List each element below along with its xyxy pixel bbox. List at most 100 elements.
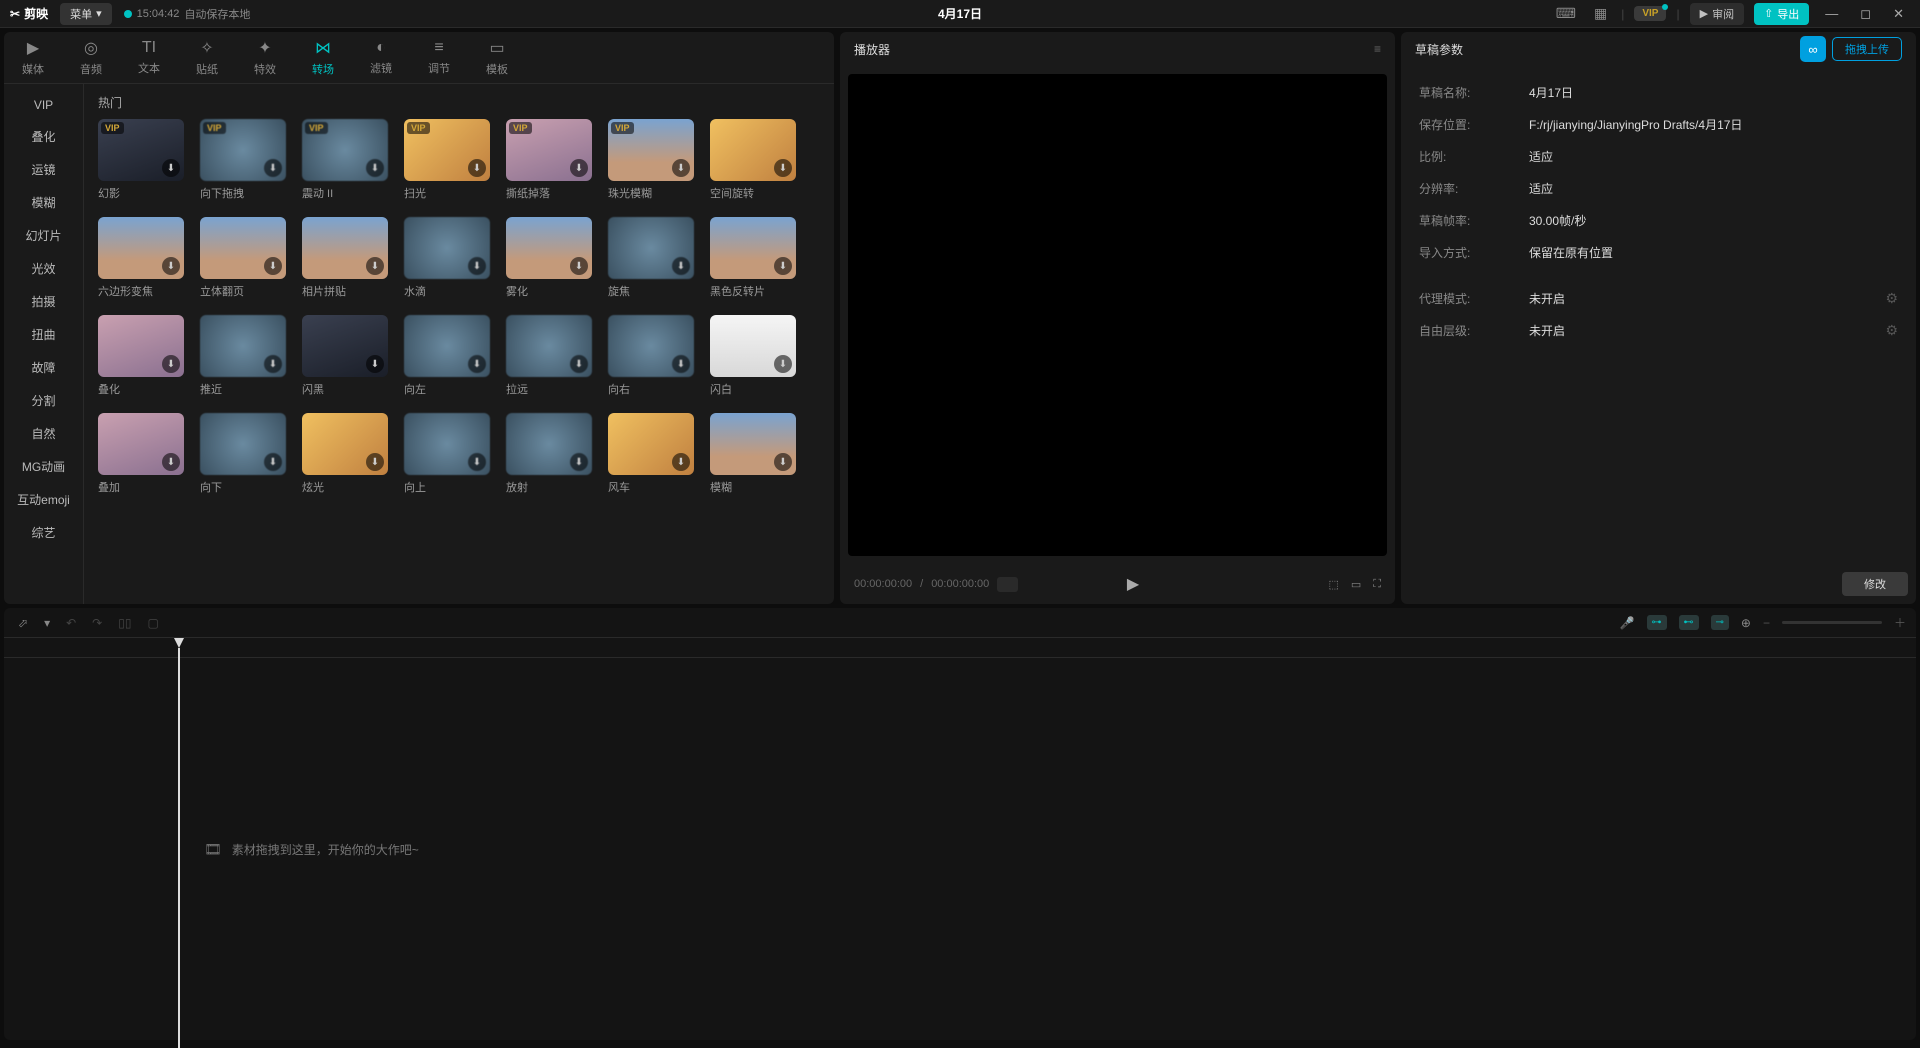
ratio-icon[interactable]: ▭ — [1351, 578, 1361, 591]
tab-text[interactable]: TI文本 — [120, 32, 178, 83]
preview-menu-icon[interactable]: ≡ — [1374, 42, 1381, 56]
sidebar-item-11[interactable]: MG动画 — [4, 450, 83, 483]
download-icon[interactable]: ⬇ — [570, 355, 588, 373]
download-icon[interactable]: ⬇ — [366, 453, 384, 471]
close-button[interactable]: ✕ — [1887, 6, 1910, 22]
tab-adjust[interactable]: ≡调节 — [410, 32, 468, 83]
preview-viewport[interactable] — [848, 74, 1387, 556]
download-icon[interactable]: ⬇ — [570, 257, 588, 275]
review-button[interactable]: ▶ 审阅 — [1690, 3, 1744, 25]
grid-item-8[interactable]: ⬇立体翻页 — [200, 217, 286, 299]
grid-item-6[interactable]: ⬇空间旋转 — [710, 119, 796, 201]
download-icon[interactable]: ⬇ — [264, 453, 282, 471]
download-icon[interactable]: ⬇ — [264, 355, 282, 373]
sidebar-item-1[interactable]: 叠化 — [4, 120, 83, 153]
download-icon[interactable]: ⬇ — [774, 159, 792, 177]
playhead-icon[interactable] — [174, 638, 184, 648]
timeline-body[interactable]: 🎞 素材拖拽到这里，开始你的大作吧~ — [4, 658, 1916, 1040]
menu-button[interactable]: 菜单 ▾ — [60, 3, 112, 25]
download-icon[interactable]: ⬇ — [774, 453, 792, 471]
link-icon[interactable]: ⊕ — [1741, 616, 1751, 630]
zoom-in-icon[interactable]: ＋ — [1894, 614, 1906, 631]
cloud-button[interactable]: ∞ — [1800, 36, 1826, 62]
grid-item-16[interactable]: ⬇闪黑 — [302, 315, 388, 397]
fullscreen-icon[interactable]: ⛶ — [1373, 578, 1381, 591]
grid-item-22[interactable]: ⬇向下 — [200, 413, 286, 495]
grid-item-15[interactable]: ⬇推近 — [200, 315, 286, 397]
gear-icon[interactable]: ⚙ — [1885, 322, 1898, 339]
download-icon[interactable]: ⬇ — [672, 355, 690, 373]
sidebar-item-4[interactable]: 幻灯片 — [4, 219, 83, 252]
sidebar-item-2[interactable]: 运镜 — [4, 153, 83, 186]
download-icon[interactable]: ⬇ — [264, 257, 282, 275]
grid-item-1[interactable]: VIP⬇向下拖拽 — [200, 119, 286, 201]
download-icon[interactable]: ⬇ — [162, 159, 180, 177]
keyboard-icon[interactable]: ⌨ — [1552, 5, 1580, 22]
mic-icon[interactable]: 🎤 — [1620, 616, 1635, 630]
download-icon[interactable]: ⬇ — [468, 453, 486, 471]
sidebar-item-7[interactable]: 扭曲 — [4, 318, 83, 351]
download-icon[interactable]: ⬇ — [162, 453, 180, 471]
tab-transition[interactable]: ⋈转场 — [294, 32, 352, 83]
gear-icon[interactable]: ⚙ — [1885, 290, 1898, 307]
download-icon[interactable]: ⬇ — [264, 159, 282, 177]
download-icon[interactable]: ⬇ — [672, 453, 690, 471]
sidebar-item-12[interactable]: 互动emoji — [4, 483, 83, 516]
download-icon[interactable]: ⬇ — [468, 159, 486, 177]
grid-item-4[interactable]: VIP⬇撕纸掉落 — [506, 119, 592, 201]
download-icon[interactable]: ⬇ — [162, 257, 180, 275]
magnet-1-icon[interactable]: ⊶ — [1647, 615, 1667, 630]
layout-icon[interactable]: ▦ — [1590, 5, 1611, 22]
grid-item-14[interactable]: ⬇叠化 — [98, 315, 184, 397]
download-icon[interactable]: ⬇ — [570, 159, 588, 177]
sidebar-item-6[interactable]: 拍摄 — [4, 285, 83, 318]
grid-item-20[interactable]: ⬇闪白 — [710, 315, 796, 397]
grid-item-5[interactable]: VIP⬇珠光模糊 — [608, 119, 694, 201]
grid-item-17[interactable]: ⬇向左 — [404, 315, 490, 397]
zoom-slider[interactable] — [1782, 621, 1882, 624]
vip-badge[interactable]: VIP — [1634, 6, 1666, 21]
tab-effect[interactable]: ✦特效 — [236, 32, 294, 83]
maximize-button[interactable]: ◻ — [1854, 6, 1877, 22]
delete-button[interactable]: ▢ — [143, 614, 162, 632]
sidebar-item-3[interactable]: 模糊 — [4, 186, 83, 219]
grid-item-3[interactable]: VIP⬇扫光 — [404, 119, 490, 201]
magnet-3-icon[interactable]: ⊸ — [1711, 615, 1729, 630]
grid-item-7[interactable]: ⬇六边形变焦 — [98, 217, 184, 299]
grid-item-11[interactable]: ⬇雾化 — [506, 217, 592, 299]
sidebar-item-13[interactable]: 综艺 — [4, 516, 83, 549]
sidebar-item-10[interactable]: 自然 — [4, 417, 83, 450]
upload-button[interactable]: 拖拽上传 — [1832, 37, 1902, 61]
grid-item-9[interactable]: ⬇相片拼贴 — [302, 217, 388, 299]
grid-item-18[interactable]: ⬇拉远 — [506, 315, 592, 397]
modify-button[interactable]: 修改 — [1842, 572, 1908, 596]
undo-button[interactable]: ↶ — [62, 614, 80, 632]
grid-item-21[interactable]: ⬇叠加 — [98, 413, 184, 495]
grid-item-27[interactable]: ⬇模糊 — [710, 413, 796, 495]
magnet-2-icon[interactable]: ⊷ — [1679, 615, 1699, 630]
download-icon[interactable]: ⬇ — [570, 453, 588, 471]
grid-item-26[interactable]: ⬇风车 — [608, 413, 694, 495]
grid-item-13[interactable]: ⬇黑色反转片 — [710, 217, 796, 299]
sidebar-item-9[interactable]: 分割 — [4, 384, 83, 417]
grid-item-12[interactable]: ⬇旋焦 — [608, 217, 694, 299]
cursor-tool[interactable]: ⬀ — [14, 614, 32, 632]
timeline-ruler[interactable] — [4, 638, 1916, 658]
scan-icon[interactable]: ⬚ — [1328, 578, 1338, 591]
tab-template[interactable]: ▭模板 — [468, 32, 526, 83]
download-icon[interactable]: ⬇ — [774, 257, 792, 275]
export-button[interactable]: ⇧ 导出 — [1754, 3, 1809, 25]
download-icon[interactable]: ⬇ — [366, 355, 384, 373]
grid-item-25[interactable]: ⬇放射 — [506, 413, 592, 495]
zoom-out-icon[interactable]: − — [1763, 616, 1770, 630]
grid-item-0[interactable]: VIP⬇幻影 — [98, 119, 184, 201]
download-icon[interactable]: ⬇ — [366, 257, 384, 275]
sidebar-item-8[interactable]: 故障 — [4, 351, 83, 384]
split-button[interactable]: ▯▯ — [114, 614, 135, 632]
download-icon[interactable]: ⬇ — [162, 355, 180, 373]
download-icon[interactable]: ⬇ — [672, 159, 690, 177]
download-icon[interactable]: ⬇ — [468, 355, 486, 373]
tab-sticker[interactable]: ✧贴纸 — [178, 32, 236, 83]
grid-item-19[interactable]: ⬇向右 — [608, 315, 694, 397]
grid-item-24[interactable]: ⬇向上 — [404, 413, 490, 495]
